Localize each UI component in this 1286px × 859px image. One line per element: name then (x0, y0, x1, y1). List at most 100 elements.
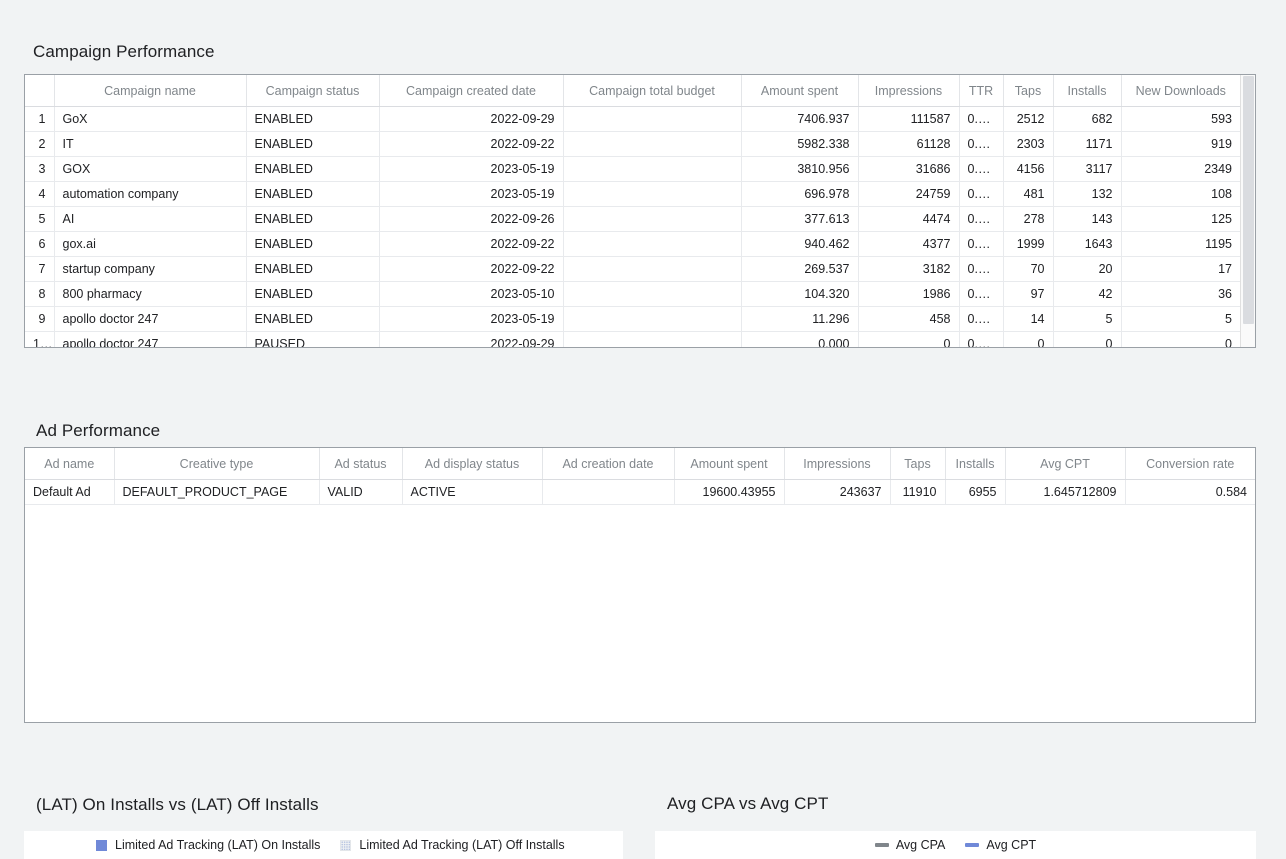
table-row[interactable]: 9 apollo doctor 247 ENABLED 2023-05-19 11.29… (25, 306, 1240, 332)
cell-campaign-created-date: 2022-09-22 (379, 131, 564, 157)
column-header-impressions[interactable]: Impressions (858, 75, 960, 107)
row-index-column-header[interactable] (25, 75, 55, 107)
cell-campaign-name: apollo doctor 247 (54, 306, 247, 332)
column-header-campaign-name[interactable]: Campaign name (54, 75, 247, 107)
column-header-campaign-status[interactable]: Campaign status (246, 75, 380, 107)
cell-campaign-name: IT (54, 131, 247, 157)
column-header-ad-display-status[interactable]: Ad display status (402, 448, 543, 480)
cell-impressions: 3182 (858, 256, 960, 282)
table-row[interactable]: 2 IT ENABLED 2022-09-22 5982.338 61128 0.038 23… (25, 131, 1240, 157)
cell-amount-spent: 104.320 (741, 281, 859, 307)
cell-amount-spent: 3810.956 (741, 156, 859, 182)
column-header-impressions[interactable]: Impressions (784, 448, 891, 480)
cell-installs: 1643 (1053, 231, 1122, 257)
legend-label: Avg CPT (986, 838, 1037, 852)
cell-installs: 3117 (1053, 156, 1122, 182)
cell-new-downloads: 593 (1121, 106, 1240, 132)
campaign-table-body: 1 GoX ENABLED 2022-09-29 7406.937 111587 0.023… (25, 106, 1240, 347)
table-row[interactable]: 1 GoX ENABLED 2022-09-29 7406.937 111587 0.023… (25, 106, 1240, 132)
cell-impressions: 24759 (858, 181, 960, 207)
cell-amount-spent: 377.613 (741, 206, 859, 232)
cell-taps: 481 (1003, 181, 1054, 207)
table-row[interactable]: 5 AI ENABLED 2022-09-26 377.613 4474 0.062 278 1… (25, 206, 1240, 232)
cell-campaign-total-budget (563, 131, 742, 157)
cell-ad-name: Default Ad (25, 479, 115, 505)
cell-campaign-created-date: 2023-05-10 (379, 281, 564, 307)
campaign-table-scrollbar-thumb[interactable] (1243, 76, 1254, 324)
legend-item[interactable]: Avg CPA (874, 838, 946, 852)
legend-label: Limited Ad Tracking (LAT) On Installs (115, 838, 321, 852)
column-header-ad-status[interactable]: Ad status (319, 448, 403, 480)
column-header-campaign-created-date[interactable]: Campaign created date (379, 75, 564, 107)
column-header-installs[interactable]: Installs (945, 448, 1006, 480)
cell-campaign-status: ENABLED (246, 281, 380, 307)
table-row[interactable]: Default Ad DEFAULT_PRODUCT_PAGE VALID ACTIV… (25, 479, 1255, 505)
cell-amount-spent: 5982.338 (741, 131, 859, 157)
cell-campaign-total-budget (563, 106, 742, 132)
cell-impressions: 111587 (858, 106, 960, 132)
column-header-creative-type[interactable]: Creative type (114, 448, 320, 480)
cell-avg-cpt: 1.645712809 (1005, 479, 1126, 505)
cell-campaign-created-date: 2022-09-29 (379, 331, 564, 347)
cell-taps: 4156 (1003, 156, 1054, 182)
cell-impressions: 0 (858, 331, 960, 347)
cell-installs: 0 (1053, 331, 1122, 347)
legend-item[interactable]: Limited Ad Tracking (LAT) Off Installs (340, 838, 565, 852)
row-index-cell: 3 (25, 156, 55, 182)
cell-campaign-status: ENABLED (246, 206, 380, 232)
cell-campaign-status: ENABLED (246, 256, 380, 282)
cell-campaign-created-date: 2023-05-19 (379, 306, 564, 332)
column-header-taps[interactable]: Taps (1003, 75, 1054, 107)
cell-impressions: 31686 (858, 156, 960, 182)
cell-ttr: 0.131 (959, 156, 1004, 182)
table-row[interactable]: 8 800 pharmacy ENABLED 2023-05-10 104.320 198… (25, 281, 1240, 307)
cell-ttr: 0.038 (959, 131, 1004, 157)
campaign-performance-title: Campaign Performance (33, 42, 215, 61)
column-header-conversion-rate[interactable]: Conversion rate (1125, 448, 1255, 480)
column-header-ad-creation-date[interactable]: Ad creation date (542, 448, 675, 480)
legend-label: Avg CPA (895, 838, 946, 852)
cell-amount-spent: 19600.43955 (674, 479, 785, 505)
column-header-taps[interactable]: Taps (890, 448, 946, 480)
cell-new-downloads: 108 (1121, 181, 1240, 207)
campaign-performance-table-panel: Campaign name Campaign status Campaign cre… (24, 74, 1256, 348)
column-header-ttr[interactable]: TTR (959, 75, 1004, 107)
legend-item[interactable]: Avg CPT (965, 838, 1036, 852)
cell-impressions: 4474 (858, 206, 960, 232)
cell-campaign-status: ENABLED (246, 156, 380, 182)
cell-campaign-name: apollo doctor 247 (54, 331, 247, 347)
cell-campaign-created-date: 2023-05-19 (379, 181, 564, 207)
campaign-table-header-row: Campaign name Campaign status Campaign cre… (25, 75, 1240, 107)
cell-new-downloads: 919 (1121, 131, 1240, 157)
table-row[interactable]: 6 gox.ai ENABLED 2022-09-22 940.462 4377 0.457… (25, 231, 1240, 257)
cell-installs: 20 (1053, 256, 1122, 282)
cell-ttr: 0.019 (959, 181, 1004, 207)
cell-taps: 278 (1003, 206, 1054, 232)
table-row[interactable]: 4 automation company ENABLED 2023-05-19 696.… (25, 181, 1240, 207)
lat-chart-title: (LAT) On Installs vs (LAT) Off Installs (36, 795, 319, 814)
column-header-installs[interactable]: Installs (1053, 75, 1122, 107)
column-header-avg-cpt[interactable]: Avg CPT (1005, 448, 1126, 480)
column-header-new-downloads[interactable]: New Downloads (1121, 75, 1240, 107)
cell-ttr: 0.457 (959, 231, 1004, 257)
column-header-amount-spent[interactable]: Amount spent (674, 448, 785, 480)
cell-new-downloads: 2349 (1121, 156, 1240, 182)
cell-ttr: 0.062 (959, 206, 1004, 232)
cell-campaign-name: AI (54, 206, 247, 232)
table-row[interactable]: 10 apollo doctor 247 PAUSED 2022-09-29 0.000… (25, 331, 1240, 347)
legend-item[interactable]: Limited Ad Tracking (LAT) On Installs (96, 838, 320, 852)
cell-ttr: 0.022 (959, 256, 1004, 282)
cell-campaign-status: ENABLED (246, 131, 380, 157)
column-header-amount-spent[interactable]: Amount spent (741, 75, 859, 107)
legend-label: Limited Ad Tracking (LAT) Off Installs (359, 838, 565, 852)
campaign-table-vertical-scrollbar[interactable] (1240, 75, 1255, 347)
ad-performance-title: Ad Performance (36, 421, 161, 440)
column-header-ad-name[interactable]: Ad name (25, 448, 115, 480)
table-row[interactable]: 3 GOX ENABLED 2023-05-19 3810.956 31686 0.131 4… (25, 156, 1240, 182)
cell-new-downloads: 17 (1121, 256, 1240, 282)
table-row[interactable]: 7 startup company ENABLED 2022-09-22 269.537… (25, 256, 1240, 282)
row-index-cell: 7 (25, 256, 55, 282)
cell-campaign-name: gox.ai (54, 231, 247, 257)
cell-impressions: 1986 (858, 281, 960, 307)
column-header-campaign-total-budget[interactable]: Campaign total budget (563, 75, 742, 107)
